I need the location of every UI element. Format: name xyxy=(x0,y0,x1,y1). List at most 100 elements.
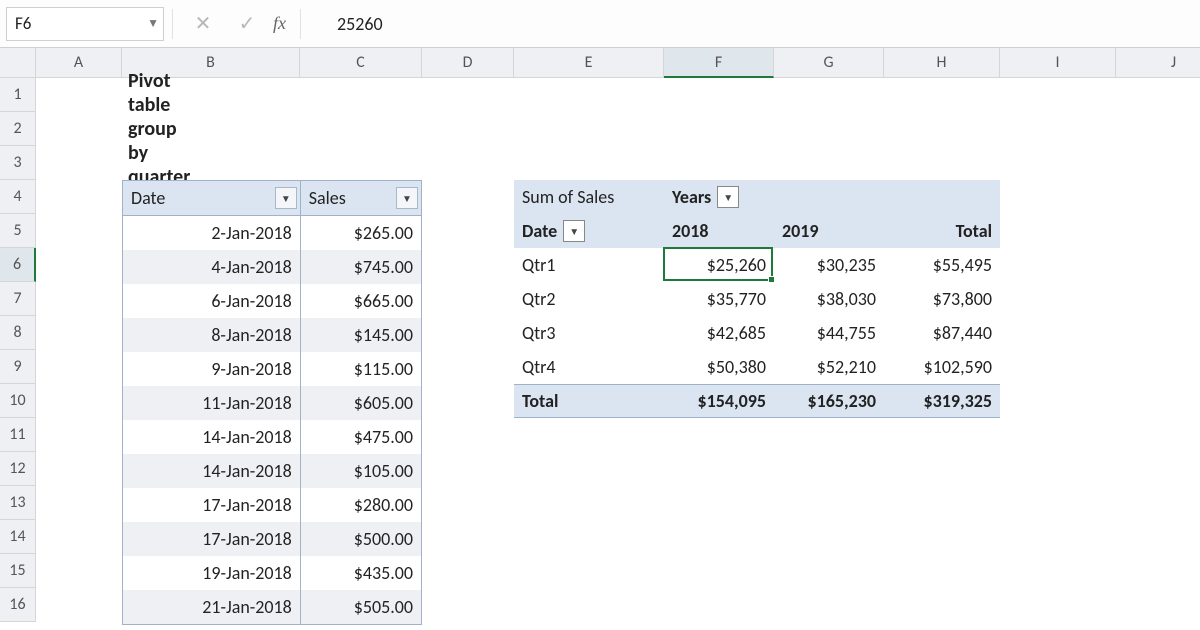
pivot-value[interactable]: $38,030 xyxy=(774,282,884,316)
data-col-sales[interactable]: Sales ▼ xyxy=(300,181,421,215)
pivot-value[interactable]: $35,770 xyxy=(664,282,774,316)
row-header-6[interactable]: 6 xyxy=(0,248,36,282)
pivot-value[interactable]: $42,685 xyxy=(664,316,774,350)
sales-cell[interactable]: $280.00 xyxy=(300,488,421,522)
pivot-row[interactable]: Qtr2$35,770$38,030$73,800 xyxy=(514,282,1000,316)
column-header-C[interactable]: C xyxy=(300,48,422,78)
accept-formula-button[interactable]: ✓ xyxy=(225,7,269,41)
formula-bar-buttons: ✕ ✓ fx xyxy=(181,7,292,41)
sales-cell[interactable]: $265.00 xyxy=(300,216,421,250)
date-cell[interactable]: 17-Jan-2018 xyxy=(123,522,300,556)
table-row[interactable]: 19-Jan-2018$435.00 xyxy=(123,556,421,590)
pivot-value[interactable]: $102,590 xyxy=(884,350,1000,384)
pivot-row-label[interactable]: Qtr1 xyxy=(514,248,664,282)
row-header-5[interactable]: 5 xyxy=(0,214,36,248)
date-cell[interactable]: 11-Jan-2018 xyxy=(123,386,300,420)
column-header-I[interactable]: I xyxy=(1000,48,1116,78)
row-header-11[interactable]: 11 xyxy=(0,418,36,452)
pivot-value[interactable]: $50,380 xyxy=(664,350,774,384)
row-header-1[interactable]: 1 xyxy=(0,78,36,112)
column-header-D[interactable]: D xyxy=(422,48,514,78)
column-header-H[interactable]: H xyxy=(884,48,1000,78)
filter-dropdown-icon[interactable]: ▼ xyxy=(396,187,418,209)
name-box[interactable]: F6 ▼ xyxy=(6,7,164,41)
row-header-3[interactable]: 3 xyxy=(0,146,36,180)
pivot-value[interactable]: $55,495 xyxy=(884,248,1000,282)
pivot-row[interactable]: Qtr3$42,685$44,755$87,440 xyxy=(514,316,1000,350)
pivot-row-label[interactable]: Qtr4 xyxy=(514,350,664,384)
filter-dropdown-icon[interactable]: ▼ xyxy=(563,220,585,242)
pivot-value[interactable]: $25,260 xyxy=(664,248,774,282)
column-header-J[interactable]: J xyxy=(1116,48,1200,78)
table-row[interactable]: 6-Jan-2018$665.00 xyxy=(123,284,421,318)
pivot-value[interactable]: $73,800 xyxy=(884,282,1000,316)
date-cell[interactable]: 21-Jan-2018 xyxy=(123,590,300,624)
table-row[interactable]: 2-Jan-2018$265.00 xyxy=(123,216,421,250)
row-header-8[interactable]: 8 xyxy=(0,316,36,350)
row-header-7[interactable]: 7 xyxy=(0,282,36,316)
column-header-G[interactable]: G xyxy=(774,48,884,78)
sales-cell[interactable]: $105.00 xyxy=(300,454,421,488)
row-header-2[interactable]: 2 xyxy=(0,112,36,146)
row-header-10[interactable]: 10 xyxy=(0,384,36,418)
pivot-year-2018[interactable]: 2018 xyxy=(664,214,774,248)
row-header-16[interactable]: 16 xyxy=(0,588,36,622)
sales-cell[interactable]: $475.00 xyxy=(300,420,421,454)
sales-cell[interactable]: $605.00 xyxy=(300,386,421,420)
column-header-E[interactable]: E xyxy=(514,48,664,78)
table-row[interactable]: 8-Jan-2018$145.00 xyxy=(123,318,421,352)
date-cell[interactable]: 14-Jan-2018 xyxy=(123,454,300,488)
pivot-total-header[interactable]: Total xyxy=(884,214,1000,248)
date-cell[interactable]: 8-Jan-2018 xyxy=(123,318,300,352)
formula-input[interactable]: 25260 xyxy=(309,7,1194,41)
date-cell[interactable]: 4-Jan-2018 xyxy=(123,250,300,284)
name-box-dropdown-icon[interactable]: ▼ xyxy=(147,16,159,31)
date-cell[interactable]: 14-Jan-2018 xyxy=(123,420,300,454)
cancel-formula-button[interactable]: ✕ xyxy=(181,7,225,41)
column-header-F[interactable]: F xyxy=(664,48,774,78)
table-row[interactable]: 4-Jan-2018$745.00 xyxy=(123,250,421,284)
table-row[interactable]: 9-Jan-2018$115.00 xyxy=(123,352,421,386)
select-all-corner[interactable] xyxy=(0,48,36,78)
filter-dropdown-icon[interactable]: ▼ xyxy=(275,187,297,209)
row-header-14[interactable]: 14 xyxy=(0,520,36,554)
sales-cell[interactable]: $665.00 xyxy=(300,284,421,318)
pivot-year-2019[interactable]: 2019 xyxy=(774,214,884,248)
column-header-A[interactable]: A xyxy=(36,48,122,78)
table-row[interactable]: 14-Jan-2018$105.00 xyxy=(123,454,421,488)
pivot-value[interactable]: $30,235 xyxy=(774,248,884,282)
date-cell[interactable]: 9-Jan-2018 xyxy=(123,352,300,386)
pivot-row[interactable]: Qtr1$25,260$30,235$55,495 xyxy=(514,248,1000,282)
pivot-date-label[interactable]: Date ▼ xyxy=(514,214,664,248)
table-row[interactable]: 17-Jan-2018$500.00 xyxy=(123,522,421,556)
pivot-row[interactable]: Qtr4$50,380$52,210$102,590 xyxy=(514,350,1000,384)
date-cell[interactable]: 17-Jan-2018 xyxy=(123,488,300,522)
sales-cell[interactable]: $145.00 xyxy=(300,318,421,352)
sales-cell[interactable]: $115.00 xyxy=(300,352,421,386)
pivot-value[interactable]: $44,755 xyxy=(774,316,884,350)
pivot-row-label[interactable]: Qtr2 xyxy=(514,282,664,316)
table-row[interactable]: 17-Jan-2018$280.00 xyxy=(123,488,421,522)
table-row[interactable]: 11-Jan-2018$605.00 xyxy=(123,386,421,420)
sales-cell[interactable]: $435.00 xyxy=(300,556,421,590)
pivot-value[interactable]: $87,440 xyxy=(884,316,1000,350)
table-row[interactable]: 14-Jan-2018$475.00 xyxy=(123,420,421,454)
sales-cell[interactable]: $505.00 xyxy=(300,590,421,624)
sales-cell[interactable]: $745.00 xyxy=(300,250,421,284)
fx-icon[interactable]: fx xyxy=(269,13,292,34)
pivot-years-label[interactable]: Years ▼ xyxy=(664,180,774,214)
row-header-9[interactable]: 9 xyxy=(0,350,36,384)
date-cell[interactable]: 19-Jan-2018 xyxy=(123,556,300,590)
data-col-date[interactable]: Date ▼ xyxy=(123,181,300,215)
date-cell[interactable]: 2-Jan-2018 xyxy=(123,216,300,250)
row-header-15[interactable]: 15 xyxy=(0,554,36,588)
date-cell[interactable]: 6-Jan-2018 xyxy=(123,284,300,318)
pivot-value[interactable]: $52,210 xyxy=(774,350,884,384)
filter-dropdown-icon[interactable]: ▼ xyxy=(717,186,739,208)
row-header-4[interactable]: 4 xyxy=(0,180,36,214)
table-row[interactable]: 21-Jan-2018$505.00 xyxy=(123,590,421,624)
row-header-13[interactable]: 13 xyxy=(0,486,36,520)
row-header-12[interactable]: 12 xyxy=(0,452,36,486)
pivot-row-label[interactable]: Qtr3 xyxy=(514,316,664,350)
sales-cell[interactable]: $500.00 xyxy=(300,522,421,556)
